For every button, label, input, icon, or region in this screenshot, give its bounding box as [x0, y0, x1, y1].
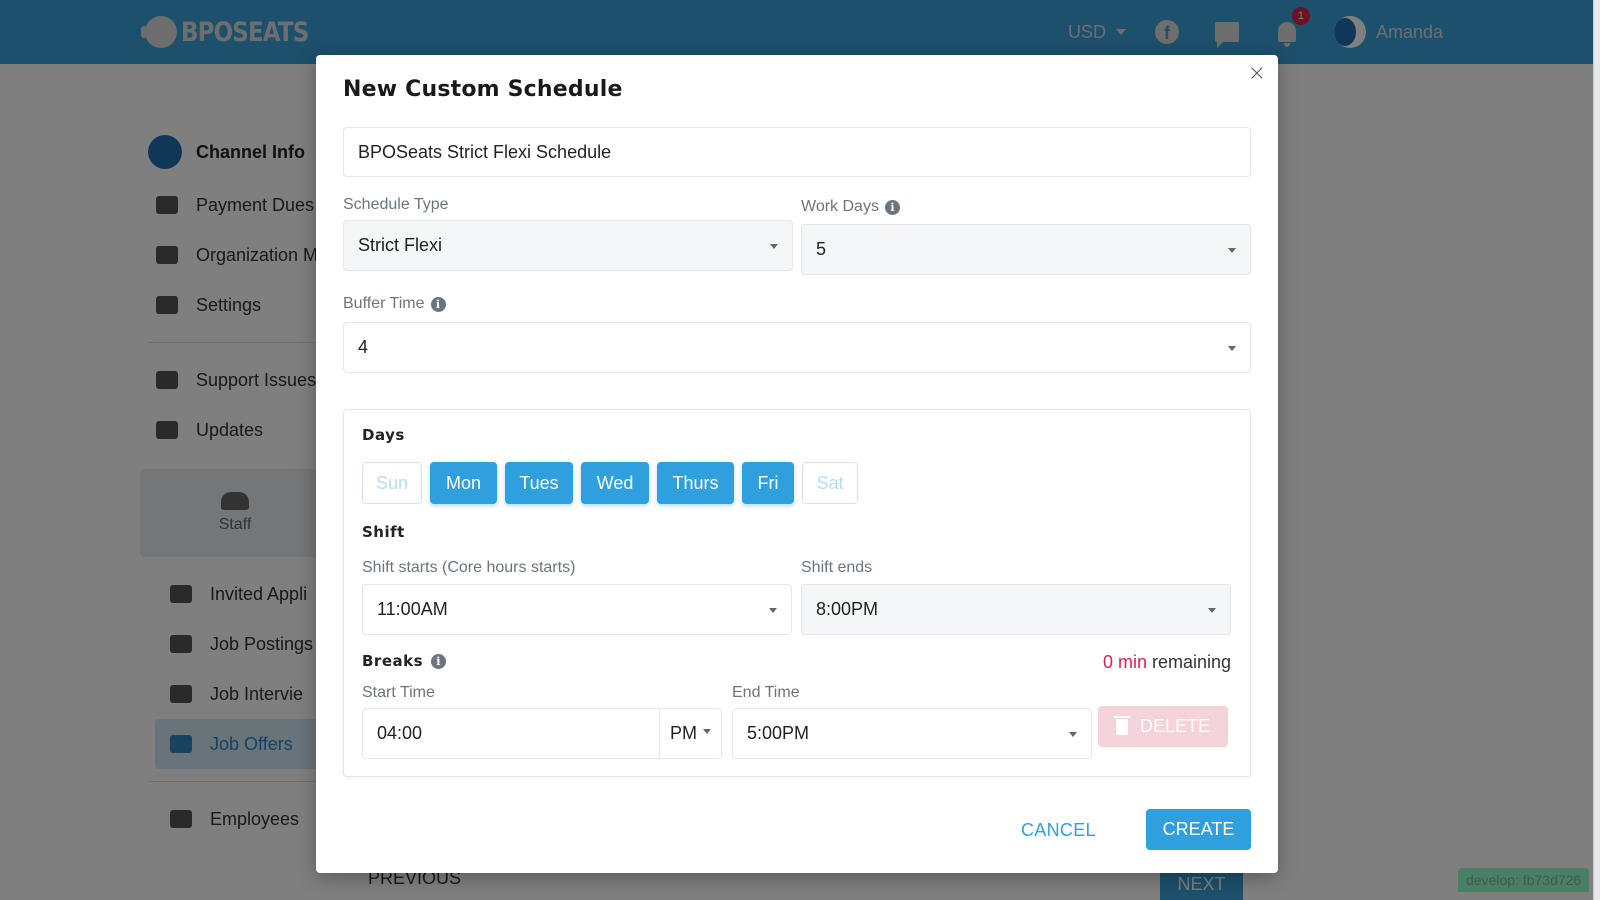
day-toggle-wed[interactable]: Wed [581, 462, 649, 504]
info-icon[interactable]: i [884, 199, 900, 215]
break-start-label: Start Time [362, 684, 435, 702]
schedule-type-select[interactable]: Strict Flexi [343, 220, 793, 271]
cancel-button[interactable]: CANCEL [1021, 820, 1096, 841]
label-text: Buffer Time [343, 295, 425, 312]
breaks-title: Breaks i [362, 652, 447, 670]
label-text: Shift starts (Core hours starts) [362, 559, 576, 576]
work-days-select[interactable]: 5 [801, 224, 1251, 275]
delete-break-button[interactable]: DELETE [1098, 706, 1228, 747]
break-end-label: End Time [732, 684, 800, 702]
chevron-down-icon [769, 607, 777, 613]
shift-ends-label: Shift ends [801, 559, 872, 577]
break-end-select[interactable]: 5:00PM [732, 708, 1092, 759]
info-icon[interactable]: i [431, 653, 447, 669]
schedule-type-label: Schedule Type [343, 196, 449, 214]
close-icon[interactable]: × [1248, 63, 1266, 85]
label-text: Schedule Type [343, 196, 449, 213]
schedule-type-value: Strict Flexi [358, 235, 443, 255]
shift-ends-select[interactable]: 8:00PM [801, 584, 1231, 635]
chevron-down-icon [1228, 345, 1236, 351]
shift-ends-value: 8:00PM [816, 599, 879, 619]
days-title: Days [362, 426, 405, 444]
day-toggle-sun[interactable]: Sun [362, 462, 422, 504]
chevron-down-icon [770, 243, 778, 249]
label-text: Start Time [362, 684, 435, 701]
buffer-time-value: 4 [358, 337, 369, 357]
work-days-value: 5 [816, 239, 827, 259]
modal-title: New Custom Schedule [343, 77, 623, 102]
info-icon[interactable]: i [430, 296, 446, 312]
day-selector: Sun Mon Tues Wed Thurs Fri Sat [362, 462, 858, 504]
day-toggle-tues[interactable]: Tues [505, 462, 573, 504]
label-text: Work Days [801, 198, 879, 215]
chevron-down-icon [703, 728, 711, 734]
section-title-text: Shift [362, 523, 405, 541]
chevron-down-icon [1069, 731, 1077, 737]
shift-title: Shift [362, 523, 405, 541]
remaining-suffix: remaining [1146, 652, 1231, 672]
break-start-input[interactable]: 04:00 PM [362, 708, 722, 759]
section-title-text: Breaks [362, 652, 424, 670]
buffer-time-label: Buffer Time i [343, 295, 446, 313]
day-toggle-sat[interactable]: Sat [802, 462, 858, 504]
label-text: Shift ends [801, 559, 873, 576]
build-badge: develop: fb73d726 [1458, 868, 1590, 892]
schedule-name-input[interactable]: BPOSeats Strict Flexi Schedule [343, 127, 1251, 177]
delete-label: DELETE [1139, 716, 1211, 736]
breaks-remaining: 0 min remaining [1103, 652, 1231, 673]
create-button[interactable]: CREATE [1146, 809, 1251, 850]
day-toggle-fri[interactable]: Fri [742, 462, 794, 504]
buffer-time-select[interactable]: 4 [343, 322, 1251, 373]
chevron-down-icon [1208, 607, 1216, 613]
shift-starts-select[interactable]: 11:00AM [362, 584, 792, 635]
trash-icon [1113, 715, 1130, 735]
remaining-value: 0 min [1102, 652, 1147, 672]
meridiem-select[interactable]: PM [659, 709, 721, 758]
shift-starts-label: Shift starts (Core hours starts) [362, 559, 575, 577]
work-days-label: Work Days i [801, 198, 900, 216]
meridiem-value: PM [670, 723, 697, 743]
shift-starts-value: 11:00AM [377, 599, 448, 619]
break-end-value: 5:00PM [747, 723, 810, 743]
schedule-details-card: Days Sun Mon Tues Wed Thurs Fri Sat Shif… [343, 409, 1251, 777]
page-scrollbar[interactable] [1593, 0, 1600, 900]
new-custom-schedule-modal: × New Custom Schedule BPOSeats Strict Fl… [316, 55, 1278, 873]
section-title-text: Days [362, 426, 405, 444]
label-text: End Time [732, 684, 800, 701]
chevron-down-icon [1228, 247, 1236, 253]
day-toggle-mon[interactable]: Mon [430, 462, 497, 504]
break-start-value: 04:00 [377, 723, 423, 743]
day-toggle-thurs[interactable]: Thurs [657, 462, 734, 504]
